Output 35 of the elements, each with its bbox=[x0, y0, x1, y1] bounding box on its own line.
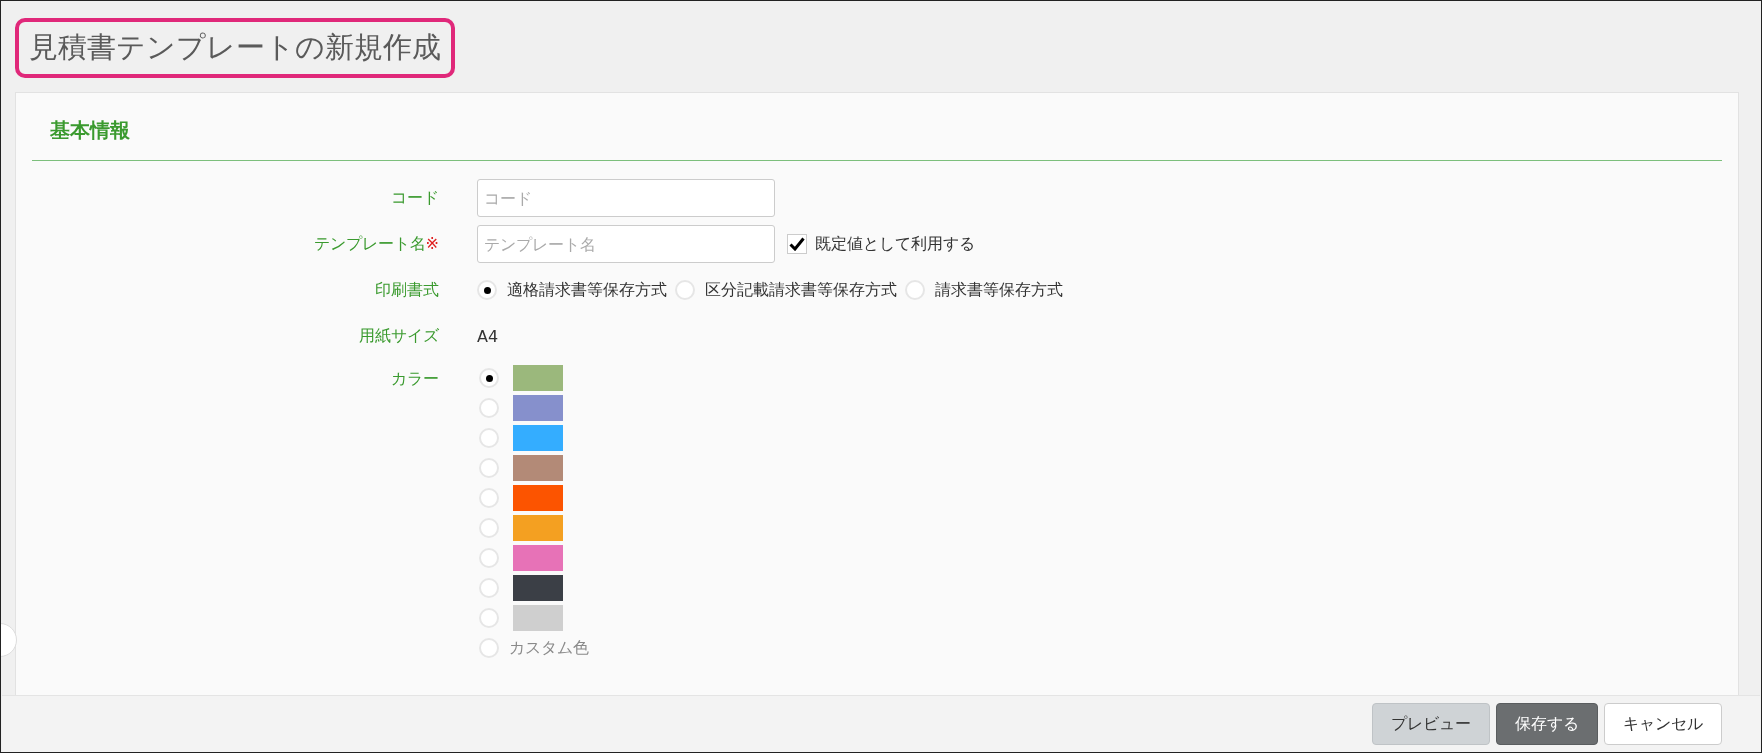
field-label: 印刷書式 bbox=[375, 279, 439, 301]
radio-label: 適格請求書等保存方式 bbox=[507, 279, 667, 301]
paper-size-value: A4 bbox=[477, 326, 499, 346]
radio-button[interactable] bbox=[905, 280, 925, 300]
field-label: カラー bbox=[391, 368, 439, 390]
radio-button[interactable] bbox=[477, 280, 497, 300]
radio-label: カスタム色 bbox=[509, 637, 589, 659]
radio-button[interactable] bbox=[479, 458, 499, 478]
field-label: テンプレート名※ bbox=[313, 233, 439, 255]
checkmark-icon bbox=[789, 237, 805, 251]
radio-button[interactable] bbox=[479, 518, 499, 538]
radio-dot bbox=[485, 374, 493, 382]
radio-button[interactable] bbox=[675, 280, 695, 300]
section-title: 基本情報 bbox=[32, 111, 1722, 161]
radio-label: 請求書等保存方式 bbox=[935, 279, 1063, 301]
code-field[interactable]: コード bbox=[477, 179, 775, 217]
radio-dot bbox=[483, 286, 491, 294]
radio-button[interactable] bbox=[479, 428, 499, 448]
default-checkbox[interactable] bbox=[787, 234, 807, 254]
radio-button[interactable] bbox=[479, 398, 499, 418]
checkbox-label: 既定値として利用する bbox=[815, 233, 975, 255]
field-label: コード bbox=[391, 187, 439, 209]
radio-button[interactable] bbox=[479, 548, 499, 568]
footer-button[interactable]: キャンセル bbox=[1604, 703, 1722, 745]
page-title: 見積書テンプレートの新規作成 bbox=[15, 18, 455, 78]
radio-button[interactable] bbox=[479, 578, 499, 598]
footer-button[interactable]: プレビュー bbox=[1372, 703, 1490, 745]
template-name-field[interactable]: テンプレート名 bbox=[477, 225, 775, 263]
field-label: 用紙サイズ bbox=[359, 325, 439, 347]
radio-button[interactable] bbox=[479, 638, 499, 658]
footer-button[interactable]: 保存する bbox=[1496, 703, 1598, 745]
radio-button[interactable] bbox=[479, 488, 499, 508]
radio-button[interactable] bbox=[479, 608, 499, 628]
radio-button[interactable] bbox=[479, 368, 499, 388]
radio-label: 区分記載請求書等保存方式 bbox=[705, 279, 897, 301]
